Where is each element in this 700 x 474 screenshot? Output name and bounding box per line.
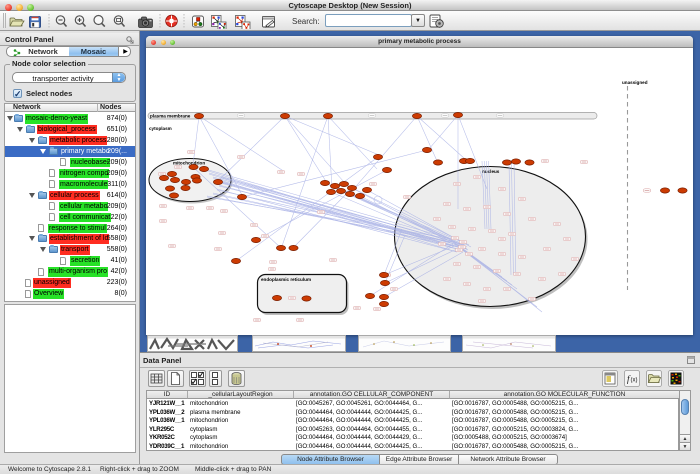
svg-text:endoplasmic reticulum: endoplasmic reticulum: [261, 277, 311, 282]
svg-text:plasma membrane: plasma membrane: [150, 114, 191, 119]
svg-text:(x): (x): [631, 378, 638, 384]
svg-text:mitochondrion: mitochondrion: [173, 161, 205, 166]
svg-text:unassigned: unassigned: [622, 80, 648, 85]
svg-text:cytoplasm: cytoplasm: [149, 126, 172, 131]
